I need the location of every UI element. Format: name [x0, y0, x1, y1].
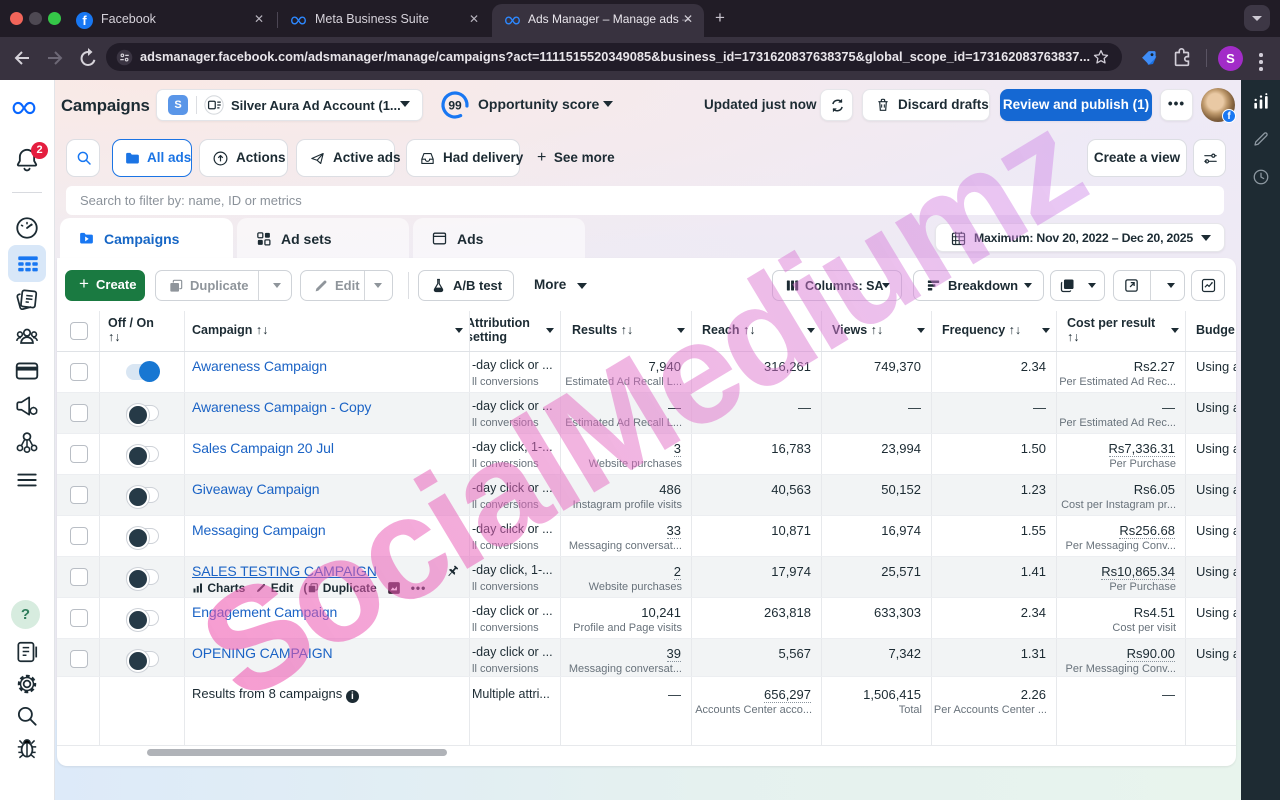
svg-text:99: 99: [448, 99, 462, 113]
